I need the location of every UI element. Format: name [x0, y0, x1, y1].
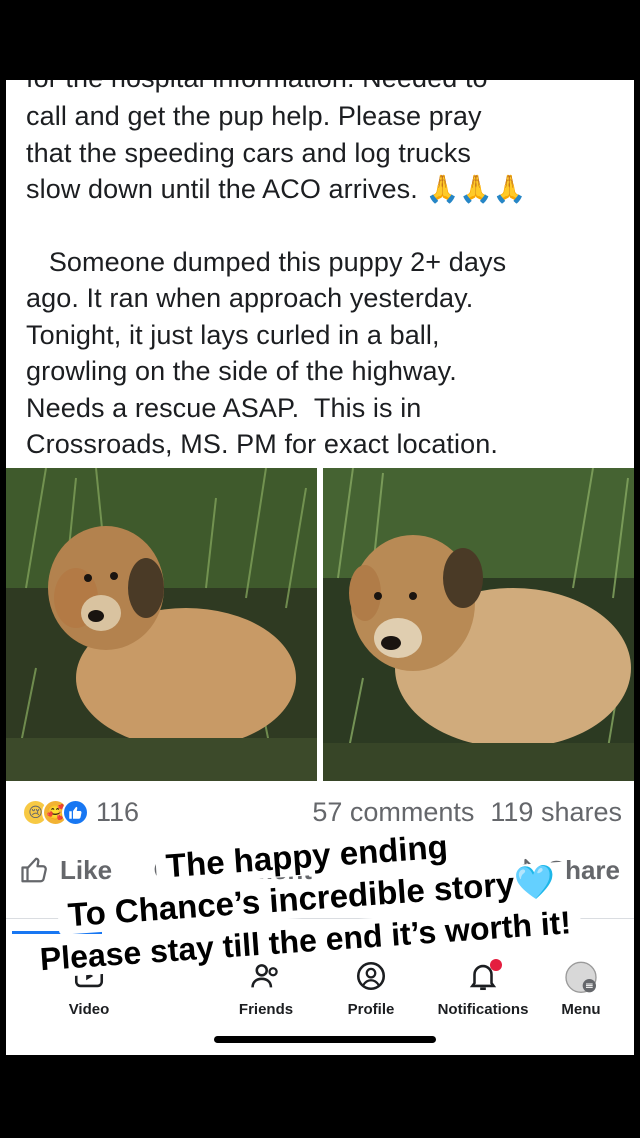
puppy-photo-1[interactable]	[6, 468, 317, 781]
puppy-photo-2[interactable]	[323, 468, 634, 781]
tab-friends[interactable]: Friends	[211, 959, 321, 1018]
post-line-1: call and get the pup help. Please pray	[26, 101, 482, 131]
friends-icon	[211, 959, 321, 1001]
post-para2-line-3: Tonight, it just lays curled in a ball,	[26, 319, 440, 350]
tab-friends-label: Friends	[238, 1001, 294, 1018]
like-label: Like	[60, 854, 113, 885]
like-reaction-icon	[62, 798, 89, 826]
notification-badge	[490, 959, 502, 971]
post-cut-line: for the hospital information. Needed to	[26, 80, 626, 98]
tab-menu-label: Menu	[561, 1001, 601, 1018]
post-stats-bar: 😢 🥰 116 57 comments 119 shares	[22, 794, 622, 830]
post-line-2: that the speeding cars and log trucks	[26, 137, 471, 168]
tab-menu[interactable]: Menu	[526, 959, 634, 1018]
post-body-text: for the hospital information. Needed to …	[26, 80, 626, 463]
reactions-summary[interactable]: 😢 🥰 116	[22, 797, 139, 828]
like-button[interactable]: Like	[20, 855, 112, 886]
post-para2-line-1: Someone dumped this puppy 2+ days	[26, 246, 507, 277]
home-indicator	[214, 1036, 436, 1043]
post-para2-line-6: Crossroads, MS. PM for exact location.	[26, 429, 498, 459]
menu-avatar-icon	[526, 959, 634, 1001]
comments-count[interactable]: 57 comments	[312, 797, 474, 828]
tab-profile-label: Profile	[347, 1001, 395, 1018]
tab-profile[interactable]: Profile	[316, 959, 426, 1018]
shares-count[interactable]: 119 shares	[490, 797, 622, 828]
post-line-3: slow down until the ACO arrives. 🙏🙏🙏	[26, 174, 527, 204]
thumbs-up-icon	[21, 857, 47, 883]
post-para2-line-2: ago. It ran when approach yesterday.	[26, 283, 474, 313]
tab-video-label: Video	[68, 1001, 110, 1018]
profile-icon	[316, 959, 426, 1001]
post-photos	[6, 468, 634, 781]
reaction-count: 116	[96, 796, 140, 827]
post-para2-line-5: Needs a rescue ASAP. This is in	[26, 392, 422, 423]
post-para2-line-4: growling on the side of the highway.	[26, 356, 457, 386]
